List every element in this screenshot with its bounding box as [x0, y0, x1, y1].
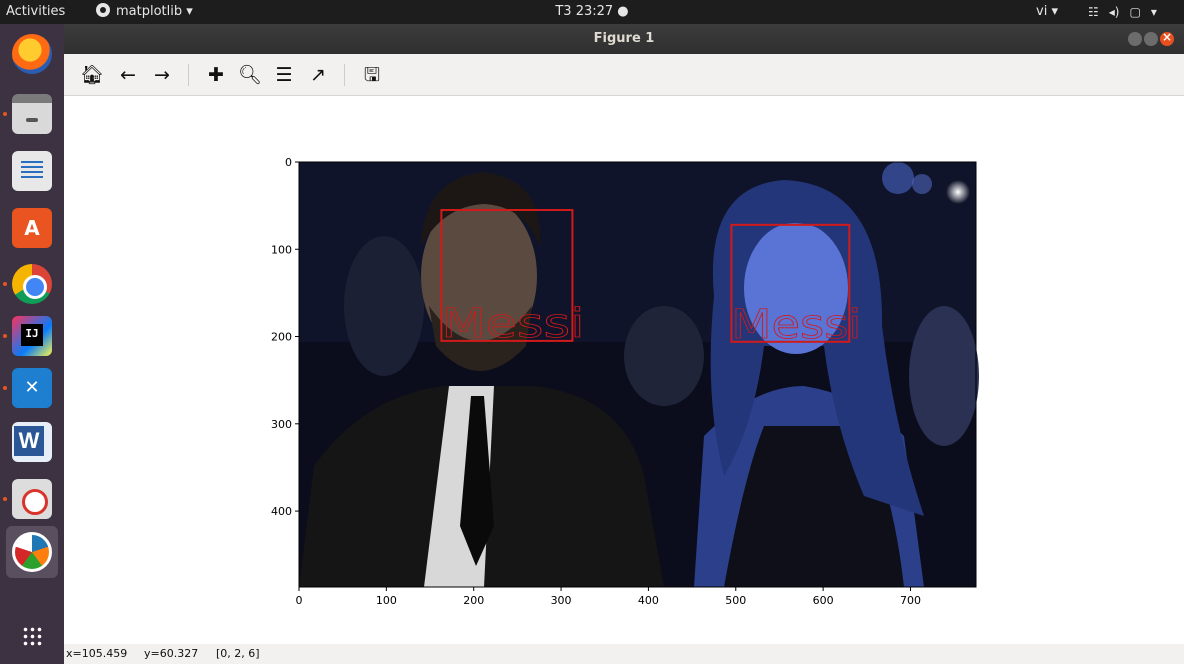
save-icon[interactable]: 🖫︎	[358, 61, 386, 89]
minimize-button[interactable]	[1128, 32, 1142, 46]
x-coordinate-readout: x=105.459	[66, 647, 128, 660]
running-indicator	[3, 334, 7, 338]
screenshot-icon[interactable]	[12, 479, 52, 519]
image-axes[interactable]: 0 100 200 300 400 0 100 200 300 400 500 600 700 Mes…	[64, 96, 1184, 644]
matplotlib-icon[interactable]	[12, 532, 52, 572]
x-tick-label: 300	[551, 594, 572, 607]
x-tick-label: 100	[376, 594, 397, 607]
language-indicator[interactable]: vi ▾	[1036, 0, 1058, 24]
power-icon: ▢	[1129, 5, 1141, 19]
title-bar[interactable]: Figure 1	[64, 24, 1184, 54]
network-icon: ☷	[1088, 5, 1099, 19]
running-indicator	[3, 497, 7, 501]
zoom-icon[interactable]: 🔍︎	[236, 61, 264, 89]
x-tick-label: 400	[638, 594, 659, 607]
y-tick-label: 200	[271, 331, 292, 344]
forward-arrow-icon[interactable]: →	[148, 61, 176, 89]
maximize-button[interactable]	[1144, 32, 1158, 46]
toolbar-separator	[344, 64, 345, 86]
y-tick-label: 100	[271, 243, 292, 256]
show-applications-icon[interactable]	[12, 616, 52, 656]
top-bar: Activities matplotlib ▾ T3 23:27 ● vi ▾ …	[0, 0, 1184, 24]
y-tick-label: 400	[271, 505, 292, 518]
subplots-configure-icon[interactable]: ☰	[270, 61, 298, 89]
figure-window: Figure 1 🏠︎ ← → ✚ 🔍︎ ☰ ↗ 🖫︎	[64, 24, 1184, 664]
y-coordinate-readout: y=60.327	[144, 647, 199, 660]
running-indicator	[3, 112, 7, 116]
figure-canvas[interactable]: 0 100 200 300 400 0 100 200 300 400 500 600 700 Mes…	[64, 96, 1184, 644]
y-tick-label: 300	[271, 418, 292, 431]
y-tick-label: 0	[285, 156, 292, 169]
pan-move-icon[interactable]: ✚	[202, 61, 230, 89]
pixel-value-readout: [0, 2, 6]	[216, 647, 260, 660]
status-bar: x=105.459 y=60.327 [0, 2, 6]	[64, 644, 1184, 664]
edit-axis-icon[interactable]: ↗	[304, 61, 332, 89]
clock[interactable]: T3 23:27 ●	[0, 0, 1184, 24]
back-arrow-icon[interactable]: ←	[114, 61, 142, 89]
x-tick-label: 500	[725, 594, 746, 607]
libreoffice-writer-icon[interactable]	[12, 151, 52, 191]
window-title: Figure 1	[593, 31, 655, 46]
running-indicator	[3, 282, 7, 286]
navigation-toolbar: 🏠︎ ← → ✚ 🔍︎ ☰ ↗ 🖫︎	[64, 54, 1184, 96]
system-tray[interactable]: ☷ ◂) ▢ ▾	[1088, 0, 1167, 24]
x-tick-label: 200	[463, 594, 484, 607]
toolbar-separator	[188, 64, 189, 86]
vscode-icon[interactable]	[12, 368, 52, 408]
x-tick-label: 600	[813, 594, 834, 607]
word-icon[interactable]	[12, 422, 52, 462]
intellij-icon[interactable]	[12, 316, 52, 356]
system-menu-icon: ▾	[1150, 5, 1157, 19]
files-icon[interactable]	[12, 94, 52, 134]
home-icon[interactable]: 🏠︎	[78, 61, 106, 89]
running-indicator	[3, 386, 7, 390]
x-tick-label: 0	[296, 594, 303, 607]
ubuntu-software-icon[interactable]: A	[12, 208, 52, 248]
chrome-icon[interactable]	[12, 264, 52, 304]
launcher: A	[0, 24, 64, 664]
face-detection-label: Messi	[731, 302, 861, 348]
volume-icon: ◂)	[1108, 5, 1120, 19]
firefox-icon[interactable]	[12, 34, 52, 74]
photo-image	[299, 162, 979, 587]
close-button[interactable]	[1160, 30, 1174, 46]
x-tick-label: 700	[900, 594, 921, 607]
face-detection-label: Messi	[441, 301, 584, 347]
